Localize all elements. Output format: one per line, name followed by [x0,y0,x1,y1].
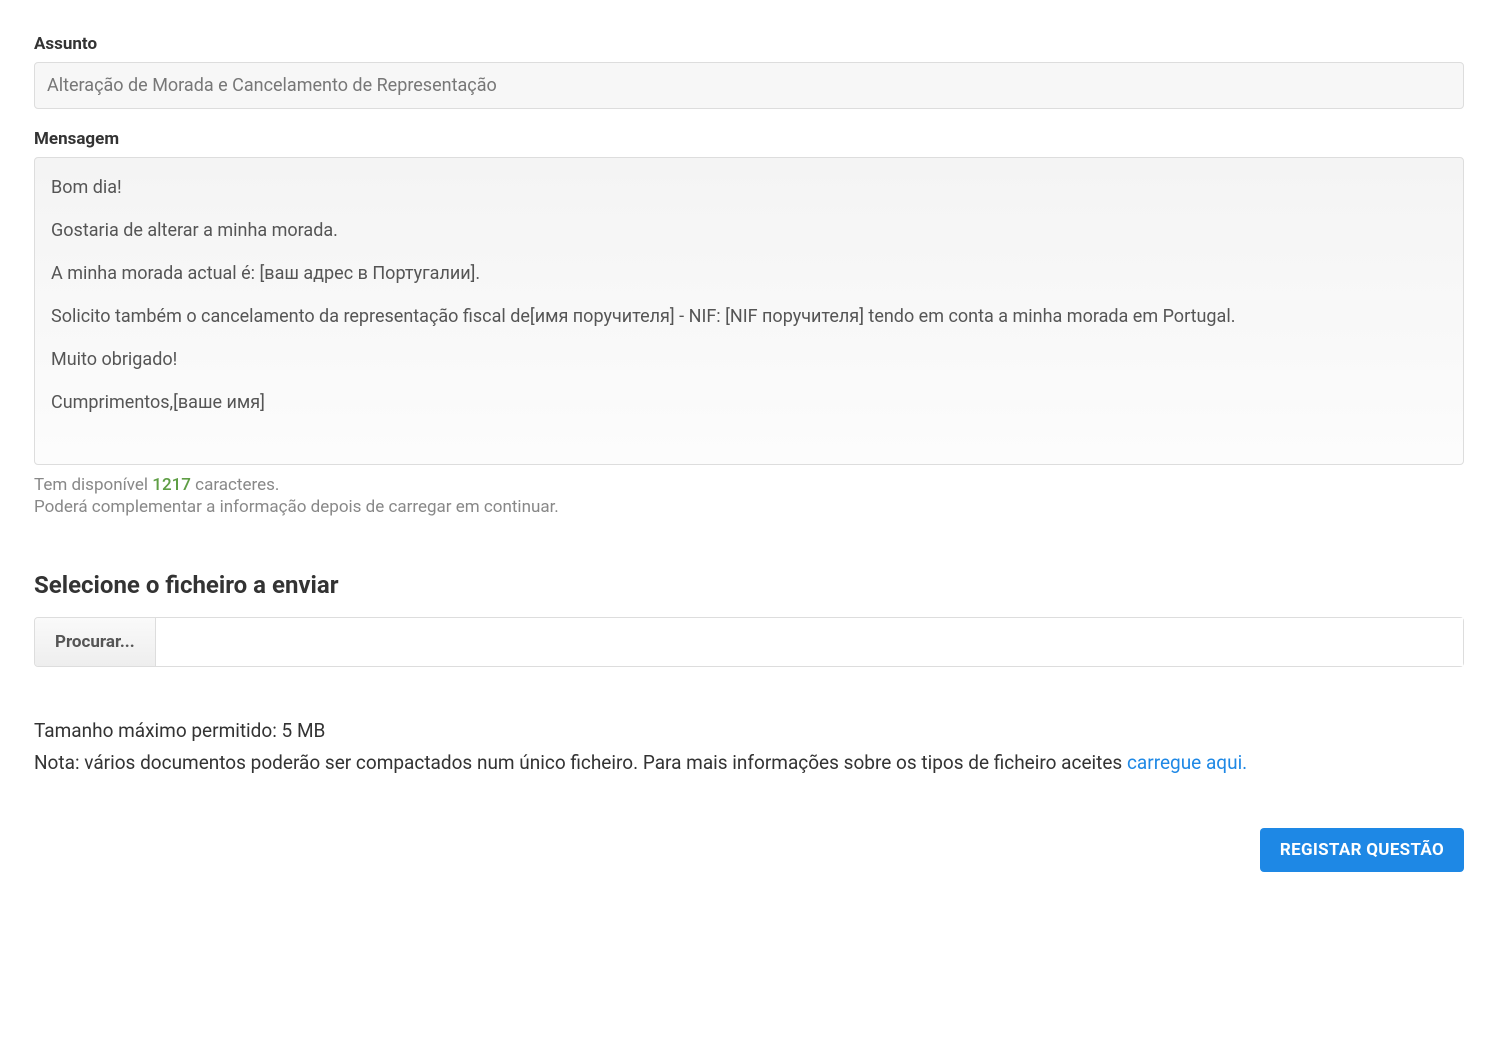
subject-label: Assunto [34,34,1464,54]
file-display[interactable] [156,618,1463,666]
message-paragraph: Bom dia! [51,174,1447,201]
file-types-link[interactable]: carregue aqui. [1127,751,1247,774]
file-types-note: Nota: vários documentos poderão ser comp… [34,751,1127,774]
message-label: Mensagem [34,129,1464,149]
message-paragraph: Cumprimentos,[ваше имя] [51,389,1447,416]
char-count-value: 1217 [152,475,191,495]
message-paragraph: A minha morada actual é: [ваш адрес в По… [51,260,1447,287]
char-counter: Tem disponível 1217 caracteres. [34,475,1464,495]
message-paragraph: Gostaria de alterar a minha morada. [51,217,1447,244]
file-input-row: Procurar... [34,617,1464,667]
message-paragraph: Muito obrigado! [51,346,1447,373]
message-textarea[interactable]: Bom dia! Gostaria de alterar a minha mora… [34,157,1464,465]
submit-button[interactable]: REGISTAR QUESTÃO [1260,828,1464,872]
char-note: Poderá complementar a informação depois … [34,497,1464,517]
max-size-note: Tamanho máximo permitido: 5 MB [34,715,1464,747]
browse-button[interactable]: Procurar... [35,618,156,666]
file-notes: Tamanho máximo permitido: 5 MB Nota: vár… [34,715,1464,780]
message-paragraph: Solicito também o cancelamento da repres… [51,303,1447,330]
file-section-title: Selecione o ficheiro a enviar [34,571,1464,599]
subject-input[interactable] [34,62,1464,109]
